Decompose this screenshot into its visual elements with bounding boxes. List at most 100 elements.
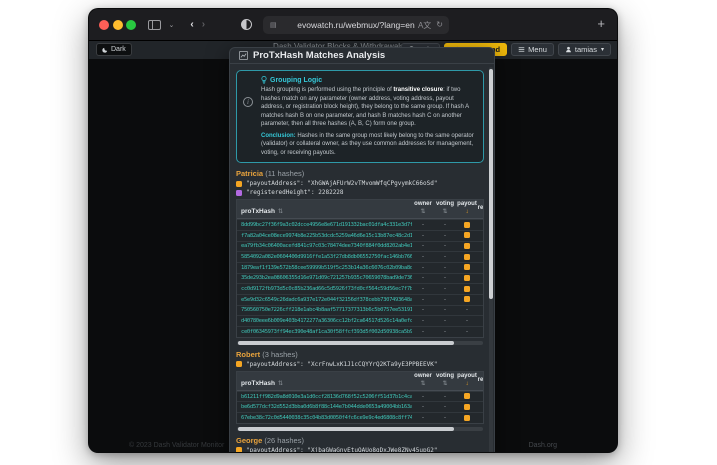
protxhash-value[interactable]: ce0f06345973ff94ec390e48af1ca30f58ffcf39… bbox=[237, 329, 412, 335]
column-label: voting bbox=[436, 373, 454, 381]
legend-item: "registeredHeight": 2282228 bbox=[236, 189, 484, 196]
protxhash-value[interactable]: ea79fb34c06400acefd841c97c03c78474dee734… bbox=[237, 243, 412, 249]
sort-icon[interactable]: ⇅ bbox=[278, 380, 283, 387]
column-header-payout-col[interactable]: payout↓ bbox=[456, 200, 478, 218]
modal-scrollbar[interactable] bbox=[489, 67, 493, 452]
sort-icon[interactable]: ⇅ bbox=[442, 381, 447, 389]
legend-color-swatch bbox=[236, 447, 242, 452]
horizontal-scrollbar-thumb[interactable] bbox=[238, 427, 454, 431]
user-menu-button[interactable]: tamias ▾ bbox=[558, 43, 611, 56]
sort-icon[interactable]: ⇅ bbox=[442, 209, 447, 217]
payout-match-icon bbox=[464, 232, 470, 238]
protxhash-value[interactable]: 67ebe38c72c0d5440038c35c04b83d0050f4fc6c… bbox=[237, 415, 412, 421]
minimize-window-button[interactable] bbox=[113, 20, 123, 30]
protxhash-value[interactable]: 8dd99bc27f36f9a3c02dcce4956e8e671d191332… bbox=[237, 222, 412, 228]
user-icon bbox=[565, 46, 572, 53]
table-row[interactable]: 5854092a082e0604400d9916ffe1a53f27db8db0… bbox=[237, 251, 483, 262]
owner-cell: - bbox=[412, 415, 434, 421]
group-title: Robert (3 hashes) bbox=[236, 350, 484, 359]
protxhash-value[interactable]: 1879eaf1f139e572b58cee59999b519f5c253b14… bbox=[237, 265, 412, 271]
table-row[interactable]: ea79fb34c06400acefd841c97c03c78474dee734… bbox=[237, 241, 483, 252]
table-row[interactable]: ce0f06345973ff94ec390e48af1ca30f58ffcf39… bbox=[237, 326, 483, 337]
chevron-down-icon[interactable]: ⌄ bbox=[169, 21, 175, 29]
protxhash-value[interactable]: b61211ff982d9a8d010e3a1d0ccf28136d768f52… bbox=[237, 394, 412, 400]
table-header-row: proTxHash⇅owner⇅voting⇅payout↓re bbox=[237, 200, 483, 219]
column-label: proTxHash bbox=[241, 208, 275, 215]
table-row[interactable]: 1879eaf1f139e572b58cee59999b519f5c253b14… bbox=[237, 262, 483, 273]
horizontal-scrollbar[interactable] bbox=[237, 341, 483, 345]
new-tab-button[interactable]: + bbox=[597, 17, 605, 30]
modal-title: ProTxHash Matches Analysis bbox=[253, 50, 385, 61]
table-row[interactable]: cc0d9172fb973d5c0c85b236ad66c5d5926f73fd… bbox=[237, 283, 483, 294]
table-row[interactable]: be6d577dcf32d552d3bba0d6b8f88c144e7b044d… bbox=[237, 401, 483, 412]
table-row[interactable]: 8dd99bc27f36f9a3c02dcce4956e8e671d191332… bbox=[237, 219, 483, 230]
table-row[interactable]: d40780eee6b009e403b4172277a36306cc12bf2c… bbox=[237, 315, 483, 326]
grouping-logic-heading: Grouping Logic bbox=[261, 76, 475, 84]
protxhash-value[interactable]: f7a82a04ce08ece9974b8e225b53dcdc5259a46d… bbox=[237, 233, 412, 239]
column-label: owner bbox=[414, 373, 432, 381]
modal-header: ProTxHash Matches Analysis bbox=[230, 48, 494, 64]
sort-icon[interactable]: ↓ bbox=[466, 209, 469, 217]
close-window-button[interactable] bbox=[99, 20, 109, 30]
menu-button[interactable]: Menu bbox=[511, 43, 554, 56]
payout-match-icon bbox=[464, 222, 470, 228]
column-header-owner-col[interactable]: owner⇅ bbox=[412, 200, 434, 218]
protxhash-value[interactable]: 35de293b2ea08606355d16e971d09c721257b935… bbox=[237, 275, 412, 281]
address-bar[interactable]: ▤ evowatch.ru/webmux/?lang=en A文 ↻ bbox=[263, 16, 449, 34]
protxhash-value[interactable]: e5e9d32c6549c26dadc6a937e172e044f32156df… bbox=[237, 297, 412, 303]
table-row[interactable]: e5e9d32c6549c26dadc6a937e172e044f32156df… bbox=[237, 294, 483, 305]
voting-cell: - bbox=[434, 297, 456, 303]
owner-cell: - bbox=[412, 265, 434, 271]
column-label: re bbox=[478, 205, 483, 213]
back-button[interactable]: ‹ bbox=[190, 20, 193, 30]
dark-mode-button[interactable]: Dark bbox=[96, 43, 132, 56]
protxhash-value[interactable]: cc0d9172fb973d5c0c85b236ad66c5d5926f73fd… bbox=[237, 286, 412, 292]
hash-group-section: George (26 hashes)"payoutAddress": "Xjba… bbox=[236, 436, 484, 452]
url-text: evowatch.ru/webmux/?lang=en bbox=[297, 20, 414, 30]
sort-icon[interactable]: ⇅ bbox=[420, 209, 425, 217]
payout-match-icon bbox=[464, 296, 470, 302]
voting-cell: - bbox=[434, 275, 456, 281]
table-row[interactable]: 750560750e7226cff218e1abc4b8aaf577173773… bbox=[237, 305, 483, 316]
column-header-payout-col[interactable]: payout↓ bbox=[456, 372, 478, 390]
voting-cell: - bbox=[434, 307, 456, 313]
table-row[interactable]: 35de293b2ea08606355d16e971d09c721257b935… bbox=[237, 273, 483, 284]
forward-button[interactable]: › bbox=[202, 20, 205, 30]
table-row[interactable]: 67ebe38c72c0d5440038c35c04b83d0050f4fc6c… bbox=[237, 412, 483, 423]
legend-color-swatch bbox=[236, 181, 242, 187]
appearance-toggle-icon[interactable] bbox=[241, 19, 252, 30]
legend-color-swatch bbox=[236, 361, 242, 367]
legend-text: "payoutAddress": "XhGWAjAFUrW2vTMvomWfqC… bbox=[246, 180, 437, 187]
column-header-owner-col[interactable]: owner⇅ bbox=[412, 372, 434, 390]
horizontal-scrollbar[interactable] bbox=[237, 427, 483, 431]
table-row[interactable]: f7a82a04ce08ece9974b8e225b53dcdc5259a46d… bbox=[237, 230, 483, 241]
column-header-clipped: re bbox=[478, 372, 483, 390]
column-header-protxhash[interactable]: proTxHash⇅ bbox=[237, 372, 412, 390]
column-label: re bbox=[478, 377, 483, 385]
column-header-voting-col[interactable]: voting⇅ bbox=[434, 200, 456, 218]
translate-icon[interactable]: A文 bbox=[418, 20, 431, 31]
payout-match-icon bbox=[464, 415, 470, 421]
modal-scrollbar-thumb[interactable] bbox=[489, 69, 493, 299]
voting-cell: - bbox=[434, 404, 456, 410]
protxhash-value[interactable]: be6d577dcf32d552d3bba0d6b8f88c144e7b044d… bbox=[237, 404, 412, 410]
payout-match-icon bbox=[464, 254, 470, 260]
owner-cell: - bbox=[412, 286, 434, 292]
sort-icon[interactable]: ⇅ bbox=[278, 208, 283, 215]
voting-cell: - bbox=[434, 243, 456, 249]
column-header-protxhash[interactable]: proTxHash⇅ bbox=[237, 200, 412, 218]
sidebar-toggle-icon[interactable] bbox=[148, 20, 161, 30]
sort-icon[interactable]: ↓ bbox=[466, 381, 469, 389]
horizontal-scrollbar-thumb[interactable] bbox=[238, 341, 454, 345]
site-settings-icon[interactable]: ▤ bbox=[270, 21, 277, 29]
payout-cell bbox=[456, 296, 478, 303]
protxhash-value[interactable]: 750560750e7226cff218e1abc4b8aaf577173773… bbox=[237, 307, 412, 313]
reload-icon[interactable]: ↻ bbox=[436, 20, 443, 31]
table-row[interactable]: b61211ff982d9a8d010e3a1d0ccf28136d768f52… bbox=[237, 391, 483, 402]
legend-text: "payoutAddress": "XcrFnwLxK1J1cCQYYrQ2KT… bbox=[246, 361, 437, 368]
column-header-voting-col[interactable]: voting⇅ bbox=[434, 372, 456, 390]
protxhash-value[interactable]: 5854092a082e0604400d9916ffe1a53f27db8db0… bbox=[237, 254, 412, 260]
zoom-window-button[interactable] bbox=[126, 20, 136, 30]
sort-icon[interactable]: ⇅ bbox=[420, 381, 425, 389]
protxhash-value[interactable]: d40780eee6b009e403b4172277a36306cc12bf2c… bbox=[237, 318, 412, 324]
